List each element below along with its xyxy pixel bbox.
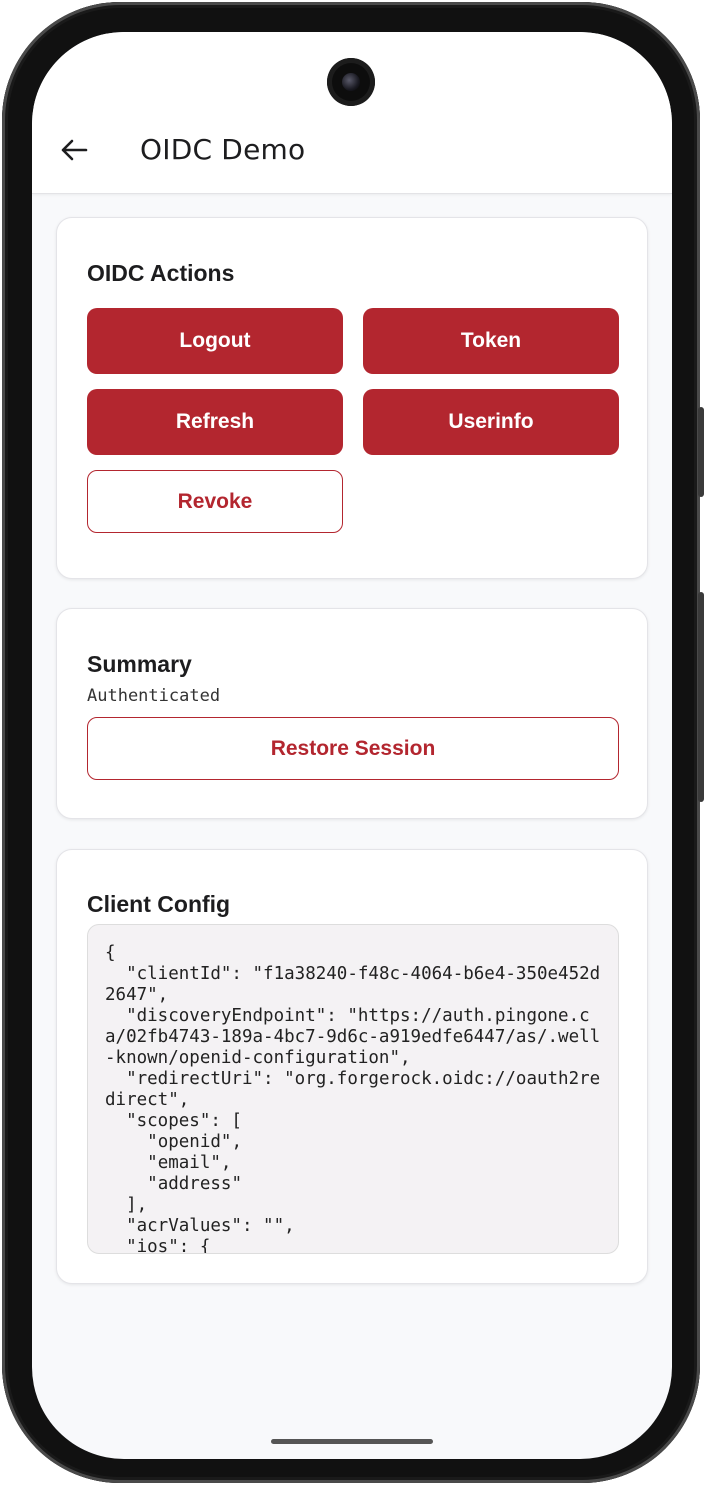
- client-config-code-box[interactable]: { "clientId": "f1a38240-f48c-4064-b6e4-3…: [87, 924, 619, 1254]
- power-button: [698, 592, 704, 802]
- home-indicator[interactable]: [271, 1439, 433, 1444]
- app-screen: OIDC Demo OIDC Actions Logout Token Refr…: [32, 32, 672, 1459]
- oidc-actions-title: OIDC Actions: [87, 260, 235, 286]
- logout-button[interactable]: Logout: [87, 308, 343, 374]
- revoke-button[interactable]: Revoke: [87, 470, 343, 533]
- back-button[interactable]: [54, 130, 94, 170]
- userinfo-button[interactable]: Userinfo: [363, 389, 619, 455]
- page-title: OIDC Demo: [140, 133, 306, 166]
- client-config-title: Client Config: [87, 891, 231, 917]
- oidc-actions-card: OIDC Actions Logout Token Refresh Userin…: [56, 217, 648, 579]
- volume-button: [698, 407, 704, 497]
- app-bar: OIDC Demo: [32, 32, 672, 194]
- restore-session-button[interactable]: Restore Session: [87, 717, 619, 780]
- refresh-button[interactable]: Refresh: [87, 389, 343, 455]
- client-config-json: { "clientId": "f1a38240-f48c-4064-b6e4-3…: [105, 943, 601, 1254]
- client-config-card: Client Config { "clientId": "f1a38240-f4…: [56, 849, 648, 1284]
- arrow-left-icon: [61, 139, 88, 161]
- front-camera: [327, 58, 375, 106]
- summary-card: Summary Authenticated Restore Session: [56, 608, 648, 819]
- phone-frame: OIDC Demo OIDC Actions Logout Token Refr…: [2, 2, 704, 1483]
- auth-status-text: Authenticated: [87, 686, 221, 706]
- summary-title: Summary: [87, 651, 192, 677]
- token-button[interactable]: Token: [363, 308, 619, 374]
